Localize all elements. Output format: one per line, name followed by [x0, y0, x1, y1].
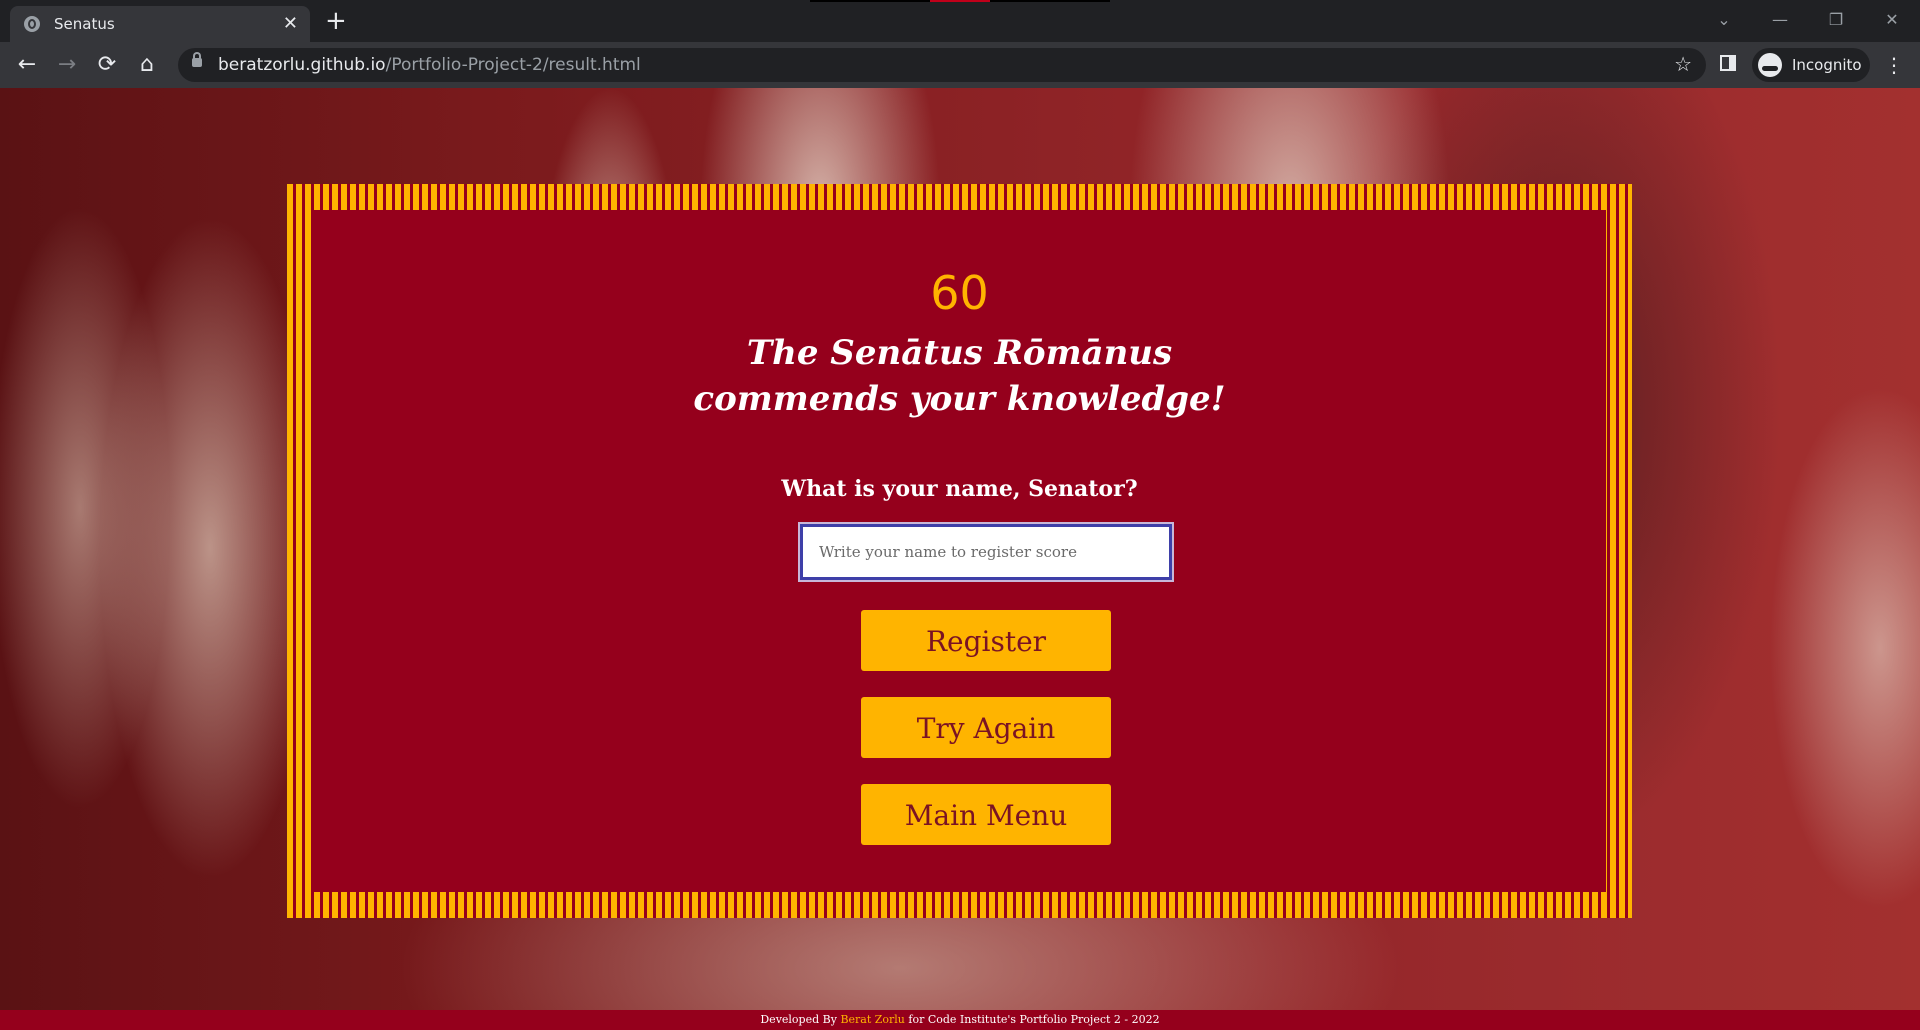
profile-label: Incognito — [1792, 56, 1862, 74]
tab-strip-indicator — [810, 0, 1110, 2]
headline-line-1: The Senātus Rōmānus — [746, 333, 1173, 373]
close-icon[interactable]: ✕ — [283, 13, 298, 34]
result-headline: The Senātus Rōmānus commends your knowle… — [313, 330, 1606, 422]
final-score: 60 — [930, 266, 989, 320]
main-menu-button[interactable]: Main Menu — [861, 784, 1111, 845]
footer-author-link[interactable]: Berat Zorlu — [840, 1013, 904, 1026]
browser-toolbar: ← → ⟳ ⌂ beratzorlu.github.io/Portfolio-P… — [0, 42, 1920, 88]
footer: Developed By Berat Zorlu for Code Instit… — [0, 1010, 1920, 1030]
name-prompt: What is your name, Senator? — [781, 476, 1138, 502]
home-icon[interactable]: ⌂ — [132, 50, 162, 80]
back-arrow-icon[interactable]: ← — [12, 50, 42, 80]
browser-chrome: Senatus ✕ + ⌄ — ❐ ✕ ← → ⟳ ⌂ beratzorlu.g… — [0, 0, 1920, 88]
footer-suffix: for Code Institute's Portfolio Project 2… — [904, 1013, 1160, 1026]
page-background: 60 The Senātus Rōmānus commends your kno… — [0, 88, 1920, 1030]
window-close-icon[interactable]: ✕ — [1864, 0, 1920, 42]
lock-icon[interactable] — [192, 52, 202, 67]
window-controls: ⌄ — ❐ ✕ — [1696, 0, 1920, 42]
kebab-menu-icon[interactable]: ⋮ — [1884, 50, 1904, 80]
name-input[interactable] — [798, 522, 1174, 582]
tab-title: Senatus — [54, 15, 115, 33]
globe-icon — [24, 16, 40, 32]
star-icon[interactable]: ☆ — [1674, 52, 1692, 76]
plus-icon[interactable]: + — [325, 6, 347, 36]
chevron-down-icon[interactable]: ⌄ — [1696, 0, 1752, 42]
try-again-button[interactable]: Try Again — [861, 697, 1111, 758]
restore-icon[interactable]: ❐ — [1808, 0, 1864, 42]
forward-arrow-icon[interactable]: → — [52, 50, 82, 80]
result-panel: 60 The Senātus Rōmānus commends your kno… — [287, 184, 1632, 918]
browser-tab[interactable]: Senatus ✕ — [10, 6, 310, 42]
side-panel-icon[interactable] — [1720, 55, 1736, 71]
footer-prefix: Developed By — [760, 1013, 841, 1026]
reload-icon[interactable]: ⟳ — [92, 50, 122, 80]
minimize-icon[interactable]: — — [1752, 0, 1808, 42]
address-bar[interactable]: beratzorlu.github.io/Portfolio-Project-2… — [178, 48, 1706, 82]
register-button[interactable]: Register — [861, 610, 1111, 671]
result-panel-content: 60 The Senātus Rōmānus commends your kno… — [313, 210, 1606, 892]
url-path: /Portfolio-Project-2/result.html — [385, 55, 641, 75]
headline-line-2: commends your knowledge! — [693, 379, 1226, 419]
url-text[interactable]: beratzorlu.github.io/Portfolio-Project-2… — [218, 55, 641, 75]
url-host: beratzorlu.github.io — [218, 55, 386, 75]
incognito-icon — [1758, 53, 1782, 77]
tab-strip: Senatus ✕ + ⌄ — ❐ ✕ — [0, 0, 1920, 42]
incognito-profile-button[interactable]: Incognito — [1752, 48, 1870, 82]
